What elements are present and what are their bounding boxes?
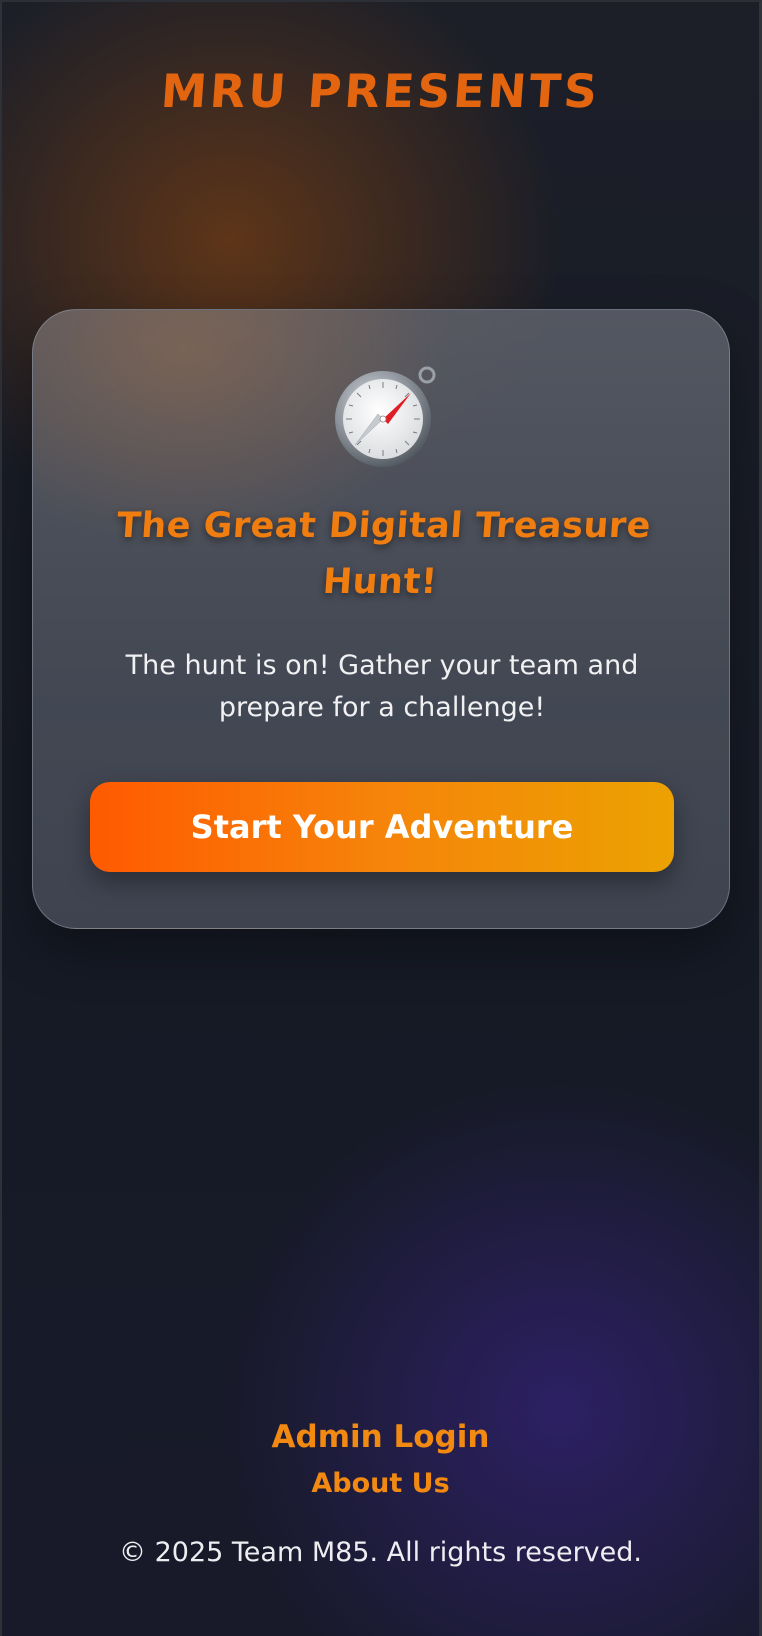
admin-login-link[interactable]: Admin Login xyxy=(2,1419,759,1455)
hero-description: The hunt is on! Gather your team and pre… xyxy=(125,650,639,723)
brand-title: MRU PRESENTS xyxy=(159,64,602,118)
compass-icon xyxy=(333,365,437,469)
hero-title: The Great Digital Treasure Hunt! xyxy=(115,506,653,602)
start-adventure-button[interactable]: Start Your Adventure xyxy=(90,782,674,872)
hero-card: The Great Digital Treasure Hunt! The hun… xyxy=(32,309,730,929)
about-us-link[interactable]: About Us xyxy=(2,1468,759,1499)
copyright-text: © 2025 Team M85. All rights reserved. xyxy=(119,1537,642,1568)
